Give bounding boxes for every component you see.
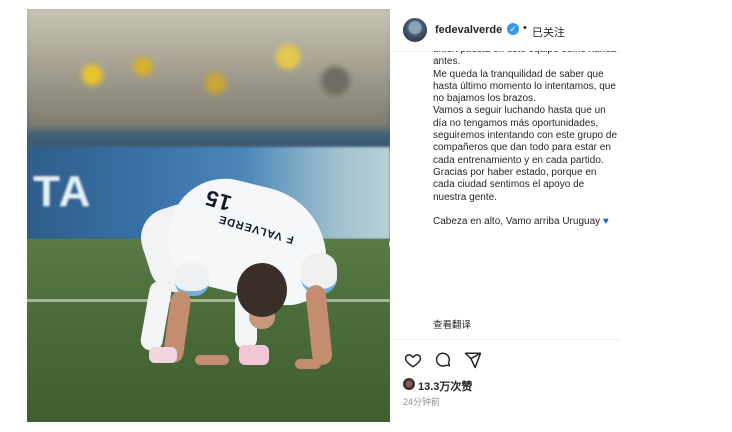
caption-line: Vamos a seguir luchando hasta que un día…	[433, 105, 617, 166]
post-actions	[404, 351, 482, 371]
see-translation-link[interactable]: 查看翻译	[433, 317, 471, 331]
likes-count[interactable]: 13.3万次赞	[418, 378, 472, 394]
post-header: fedevalverde ✓ • 已关注	[390, 9, 620, 52]
caption-line: Gracias por haber estado, porque en cada…	[433, 166, 597, 203]
post-time[interactable]: 24分钟前	[403, 395, 440, 408]
caption-line: unión puesta en este equipo como nunca a…	[433, 51, 616, 68]
caption-text: unión puesta en este equipo como nunca a…	[433, 51, 617, 228]
username-link[interactable]: fedevalverde	[435, 24, 502, 36]
player-hand	[295, 359, 321, 369]
caption-line: Cabeza en alto, Vamo arriba Uruguay ♥	[433, 216, 609, 228]
player-hand	[195, 355, 229, 365]
comment-icon[interactable]	[434, 351, 452, 369]
separator-dot: •	[523, 22, 527, 34]
player-boot	[239, 345, 269, 365]
heart-icon[interactable]	[404, 351, 422, 369]
player-head	[237, 263, 287, 317]
divider	[390, 339, 620, 340]
stadium-crowd	[27, 9, 390, 129]
blue-heart-emoji-icon: ♥	[600, 216, 609, 228]
share-icon[interactable]	[464, 351, 482, 369]
liker-avatar[interactable]	[403, 378, 415, 390]
post-photo: TA 15 F VALVERDE ›	[27, 9, 390, 422]
pitch-line	[27, 299, 390, 302]
post-side-panel: fedevalverde ✓ • 已关注 unión puesta en est…	[390, 9, 620, 422]
caption-line	[433, 204, 617, 216]
board-text: TA	[33, 167, 93, 216]
caption: unión puesta en este equipo como nunca a…	[433, 51, 617, 337]
avatar[interactable]	[403, 18, 427, 42]
caption-line: Me queda la tranquilidad de saber que ha…	[433, 68, 616, 105]
verified-badge-icon: ✓	[507, 23, 519, 35]
player-boot	[149, 347, 177, 363]
follow-status-button[interactable]: 已关注	[532, 24, 565, 40]
